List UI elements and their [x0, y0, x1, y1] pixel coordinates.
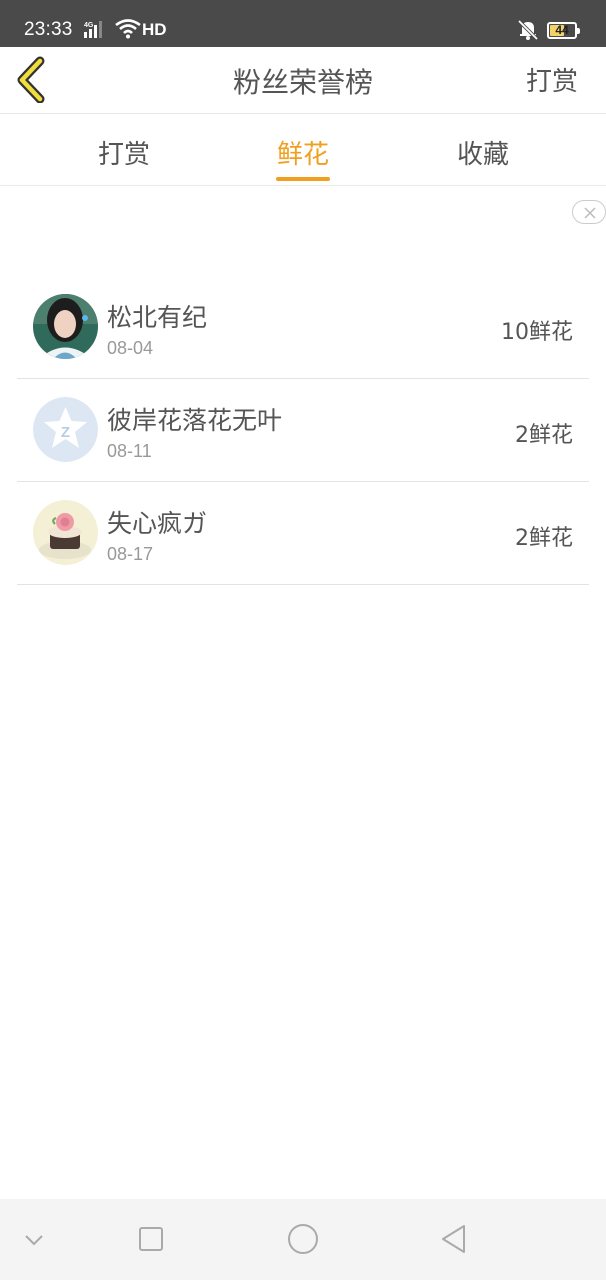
fan-date: 08-04 — [107, 338, 154, 358]
status-bar: 23:33 4G HD 44 — [0, 0, 606, 47]
signal-icon: 4G — [84, 20, 110, 44]
default-qq-avatar: Z — [33, 397, 98, 462]
mute-bell-icon — [516, 19, 540, 45]
close-icon — [584, 207, 596, 219]
tab-reward[interactable]: 打赏 — [64, 134, 184, 171]
list-item[interactable]: 松北有纪 08-04 10鲜花 — [17, 276, 589, 379]
app-header: 粉丝荣誉榜 打赏 — [0, 47, 606, 114]
list-item[interactable]: 失心疯ガ 08-17 2鲜花 — [17, 482, 589, 585]
svg-text:4G: 4G — [84, 22, 94, 29]
fan-date: 08-11 — [107, 441, 152, 461]
cupcake-avatar — [33, 500, 98, 565]
fan-list: 松北有纪 08-04 10鲜花 Z 彼岸花落花无叶 08-11 2鲜花 失心疯ガ… — [17, 276, 589, 585]
active-tab-indicator — [276, 177, 330, 181]
collapse-chevron-icon[interactable] — [14, 1219, 54, 1259]
system-nav-bar — [0, 1199, 606, 1280]
fan-date: 08-17 — [107, 544, 154, 564]
list-item[interactable]: Z 彼岸花落花无叶 08-11 2鲜花 — [17, 379, 589, 482]
tab-bar: 打赏 鲜花 收藏 — [0, 114, 606, 186]
photo-avatar — [33, 294, 98, 359]
home-circle-icon[interactable] — [283, 1219, 323, 1259]
flower-count: 2鲜花 — [515, 423, 573, 448]
status-time: 23:33 — [24, 19, 73, 40]
battery-icon: 44 — [547, 22, 580, 39]
recents-square-icon[interactable] — [131, 1219, 171, 1259]
ad-close-button[interactable] — [572, 200, 606, 224]
page-title: 粉丝荣誉榜 — [232, 66, 373, 99]
fan-name: 彼岸花落花无叶 — [107, 406, 283, 435]
fan-name: 松北有纪 — [107, 303, 208, 332]
fan-name: 失心疯ガ — [107, 509, 208, 538]
svg-text:Z: Z — [61, 424, 70, 441]
battery-level: 44 — [555, 23, 569, 37]
tab-favorites[interactable]: 收藏 — [423, 134, 543, 171]
flower-count: 2鲜花 — [515, 526, 573, 551]
back-triangle-icon[interactable] — [434, 1219, 474, 1259]
tab-flowers[interactable]: 鲜花 — [243, 134, 363, 171]
flower-count: 10鲜花 — [501, 320, 573, 345]
reward-button[interactable]: 打赏 — [526, 61, 578, 98]
wifi-icon — [115, 19, 141, 43]
hd-label: HD — [142, 20, 167, 39]
